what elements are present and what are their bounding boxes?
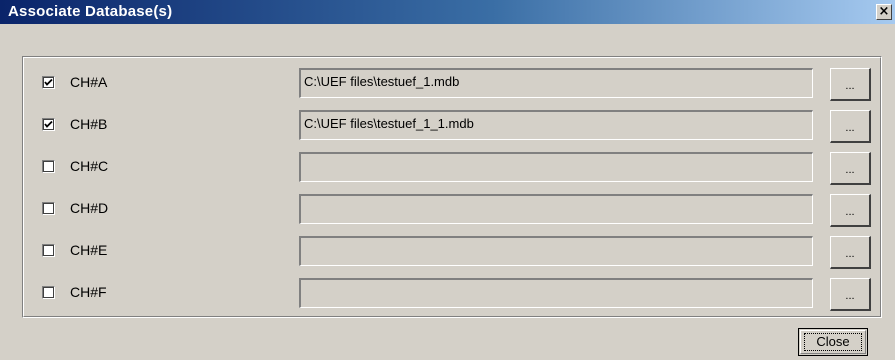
checkmark-icon — [44, 120, 53, 128]
channel-row: CH#E ... — [24, 236, 880, 269]
channel-checkbox[interactable] — [42, 160, 55, 173]
database-path-field[interactable] — [299, 236, 813, 266]
channel-group-inner: CH#A C:\UEF files\testuef_1.mdb ... CH#B… — [23, 57, 881, 317]
channel-label: CH#D — [70, 200, 109, 216]
browse-button[interactable]: ... — [830, 68, 871, 101]
title-bar[interactable]: Associate Database(s) × — [0, 0, 895, 24]
browse-button[interactable]: ... — [830, 152, 871, 185]
browse-button[interactable]: ... — [830, 236, 871, 269]
channel-checkbox[interactable] — [42, 286, 55, 299]
channel-checkbox[interactable] — [42, 244, 55, 257]
checkmark-icon — [44, 78, 53, 86]
channel-row: CH#B C:\UEF files\testuef_1_1.mdb ... — [24, 110, 880, 143]
channel-checkbox[interactable] — [42, 76, 55, 89]
browse-button[interactable]: ... — [830, 194, 871, 227]
channel-row: CH#F ... — [24, 278, 880, 311]
channel-row: CH#D ... — [24, 194, 880, 227]
browse-button[interactable]: ... — [830, 110, 871, 143]
close-icon[interactable]: × — [876, 4, 892, 20]
channel-group-box: CH#A C:\UEF files\testuef_1.mdb ... CH#B… — [22, 56, 882, 318]
channel-row: CH#A C:\UEF files\testuef_1.mdb ... — [24, 68, 880, 101]
database-path-field[interactable] — [299, 152, 813, 182]
channel-row: CH#C ... — [24, 152, 880, 185]
database-path-field[interactable]: C:\UEF files\testuef_1.mdb — [299, 68, 813, 98]
channel-label: CH#F — [70, 284, 107, 300]
close-button[interactable]: Close — [798, 328, 868, 356]
database-path-field[interactable] — [299, 194, 813, 224]
channel-checkbox[interactable] — [42, 202, 55, 215]
window-title: Associate Database(s) — [8, 3, 173, 20]
channel-label: CH#B — [70, 116, 108, 132]
browse-button[interactable]: ... — [830, 278, 871, 311]
channel-label: CH#A — [70, 74, 108, 90]
associate-database-dialog: Associate Database(s) × CH#A C:\UEF file… — [0, 0, 895, 360]
close-button-label: Close — [816, 334, 850, 349]
channel-checkbox[interactable] — [42, 118, 55, 131]
channel-label: CH#E — [70, 242, 108, 258]
database-path-field[interactable]: C:\UEF files\testuef_1_1.mdb — [299, 110, 813, 140]
channel-label: CH#C — [70, 158, 109, 174]
database-path-field[interactable] — [299, 278, 813, 308]
